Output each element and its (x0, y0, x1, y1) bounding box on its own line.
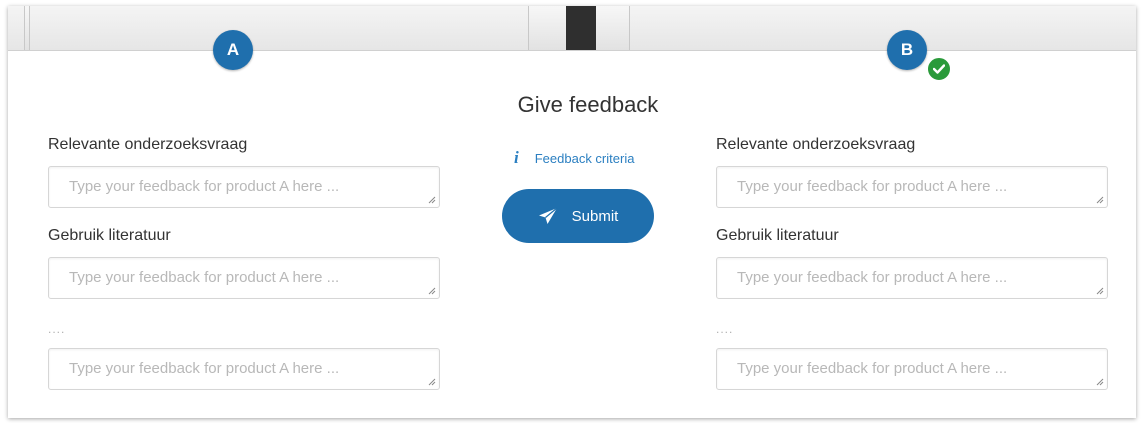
top-bar (8, 6, 1136, 51)
submit-label: Submit (571, 207, 619, 225)
feedback-criteria-label: Feedback criteria (534, 150, 635, 166)
info-icon: i (514, 148, 519, 167)
submit-button[interactable]: Submit (502, 189, 654, 243)
product-b-badge: B (887, 30, 927, 70)
left-feedback-field-1[interactable] (48, 166, 440, 208)
product-b-badge-label: B (900, 40, 914, 59)
feedback-criteria-link[interactable]: i Feedback criteria (506, 146, 676, 170)
resize-grip-icon[interactable] (1096, 196, 1104, 204)
right-field-2-label: Gebruik literatuur (716, 227, 839, 244)
left-field-1-label: Relevante onderzoeksvraag (48, 136, 248, 153)
paper-plane-icon (538, 207, 558, 224)
resize-grip-icon[interactable] (428, 287, 436, 295)
left-edge-divider (24, 6, 30, 50)
feedback-card: A B Give feedback i Feedback criteria Su… (8, 6, 1136, 418)
left-field-2-label: Gebruik literatuur (48, 227, 171, 244)
right-feedback-input-2[interactable] (717, 258, 1107, 298)
left-feedback-field-3[interactable] (48, 348, 440, 390)
product-a-badge: A (213, 30, 253, 70)
resize-grip-icon[interactable] (428, 378, 436, 386)
resize-grip-icon[interactable] (428, 196, 436, 204)
divider-handle[interactable] (566, 6, 596, 50)
page-title: Give feedback (517, 92, 659, 117)
right-feedback-field-1[interactable] (716, 166, 1108, 208)
right-feedback-input-1[interactable] (717, 167, 1107, 207)
right-feedback-input-3[interactable] (717, 349, 1107, 389)
right-feedback-field-3[interactable] (716, 348, 1108, 390)
left-feedback-input-2[interactable] (49, 258, 439, 298)
right-feedback-field-2[interactable] (716, 257, 1108, 299)
right-field-3-label: .... (716, 322, 734, 336)
product-a-badge-label: A (226, 40, 240, 59)
resize-grip-icon[interactable] (1096, 287, 1104, 295)
left-feedback-input-3[interactable] (49, 349, 439, 389)
right-field-1-label: Relevante onderzoeksvraag (716, 136, 916, 153)
left-feedback-input-1[interactable] (49, 167, 439, 207)
resize-grip-icon[interactable] (1096, 378, 1104, 386)
left-feedback-field-2[interactable] (48, 257, 440, 299)
left-field-3-label: .... (48, 322, 66, 336)
checkmark-icon (926, 56, 952, 82)
